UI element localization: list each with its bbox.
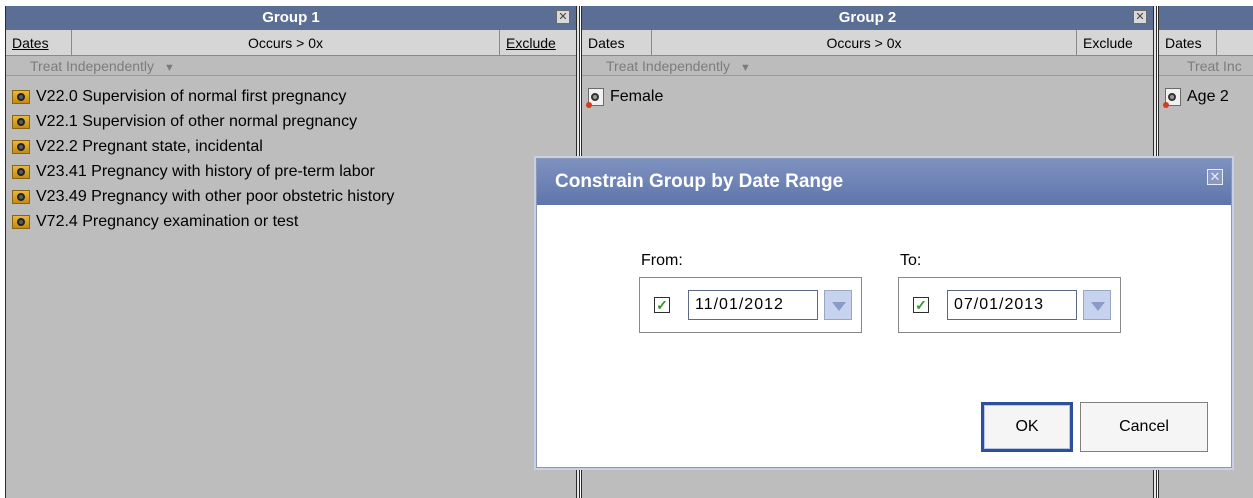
list-item[interactable]: V22.2 Pregnant state, incidental (12, 134, 576, 159)
list-item[interactable]: V72.4 Pregnancy examination or test (12, 209, 576, 234)
date-range-dialog: Constrain Group by Date Range ✕ From: To… (536, 158, 1232, 468)
group-1-item-list: V22.0 Supervision of normal first pregna… (6, 76, 576, 234)
close-icon[interactable]: ✕ (1207, 169, 1223, 185)
group-1-close-icon[interactable]: ✕ (556, 10, 570, 24)
to-date-input[interactable] (947, 290, 1077, 320)
group-2-occurs-button[interactable]: Occurs > 0x (652, 30, 1077, 55)
list-item-label: V22.0 Supervision of normal first pregna… (36, 87, 347, 105)
group-1-treat-label: Treat Independently (30, 58, 155, 74)
group-3-treat-dropdown[interactable]: Treat Inc (1159, 56, 1253, 76)
list-item-label: V72.4 Pregnancy examination or test (36, 212, 299, 230)
group-3-dates-button[interactable]: Dates (1159, 30, 1217, 55)
folder-icon (12, 89, 30, 104)
group-1-occurs-button[interactable]: Occurs > 0x (72, 30, 500, 55)
from-date-group: ✓ (639, 277, 862, 333)
group-2-treat-dropdown[interactable]: Treat Independently ▼ (582, 56, 1153, 76)
from-label: From: (641, 252, 683, 269)
group-2-item-list: Female (582, 76, 1153, 109)
group-1-dates-button[interactable]: Dates (6, 30, 72, 55)
folder-icon (12, 114, 30, 129)
group-2-title: Group 2 (838, 9, 897, 26)
group-3-treat-label: Treat Inc (1187, 58, 1242, 74)
group-1-panel: Group 1 ✕ Dates Occurs > 0x Exclude Trea… (5, 6, 576, 498)
to-date-checkbox[interactable]: ✓ (913, 297, 929, 313)
group-1-treat-dropdown[interactable]: Treat Independently ▼ (6, 56, 576, 76)
list-item-label: Female (610, 87, 664, 105)
group-1-toolbar: Dates Occurs > 0x Exclude (6, 30, 576, 56)
folder-icon (12, 139, 30, 154)
document-icon (586, 87, 604, 108)
chevron-down-icon: ▼ (164, 62, 175, 74)
list-item[interactable]: Female (586, 84, 1153, 109)
to-label: To: (900, 252, 922, 269)
group-2-close-icon[interactable]: ✕ (1133, 10, 1147, 24)
cancel-button[interactable]: Cancel (1080, 402, 1208, 452)
group-2-exclude-button[interactable]: Exclude (1077, 30, 1153, 55)
from-date-checkbox[interactable]: ✓ (654, 297, 670, 313)
document-icon (1163, 87, 1181, 108)
folder-icon (12, 189, 30, 204)
from-date-dropdown-button[interactable] (824, 290, 852, 320)
dialog-title-bar[interactable]: Constrain Group by Date Range ✕ (537, 159, 1231, 205)
folder-icon (12, 164, 30, 179)
ok-button[interactable]: OK (981, 402, 1073, 452)
list-item-label: V22.2 Pregnant state, incidental (36, 137, 263, 155)
list-item-label: V22.1 Supervision of other normal pregna… (36, 112, 358, 130)
list-item[interactable]: V23.41 Pregnancy with history of pre-ter… (12, 159, 576, 184)
list-item-label: Age 2 (1187, 87, 1229, 105)
group-1-title-bar: Group 1 ✕ (6, 6, 576, 30)
from-date-input[interactable] (688, 290, 818, 320)
list-item[interactable]: V23.49 Pregnancy with other poor obstetr… (12, 184, 576, 209)
folder-icon (12, 214, 30, 229)
group-1-title: Group 1 (262, 9, 320, 26)
to-date-dropdown-button[interactable] (1083, 290, 1111, 320)
group-1-exclude-button[interactable]: Exclude (500, 30, 576, 55)
group-2-treat-label: Treat Independently (606, 58, 731, 74)
list-item-label: V23.41 Pregnancy with history of pre-ter… (36, 162, 375, 180)
group-3-title-bar (1159, 6, 1253, 30)
list-item-label: V23.49 Pregnancy with other poor obstetr… (36, 187, 395, 205)
list-item[interactable]: V22.1 Supervision of other normal pregna… (12, 109, 576, 134)
group-3-occurs-button[interactable] (1217, 30, 1253, 55)
group-2-toolbar: Dates Occurs > 0x Exclude (582, 30, 1153, 56)
list-item[interactable]: Age 2 (1163, 84, 1253, 109)
list-item[interactable]: V22.0 Supervision of normal first pregna… (12, 84, 576, 109)
dialog-title: Constrain Group by Date Range (555, 171, 844, 192)
group-3-item-list: Age 2 (1159, 76, 1253, 109)
to-date-group: ✓ (898, 277, 1121, 333)
group-3-toolbar: Dates (1159, 30, 1253, 56)
group-2-title-bar: Group 2 ✕ (582, 6, 1153, 30)
group-2-dates-button[interactable]: Dates (582, 30, 652, 55)
chevron-down-icon: ▼ (740, 62, 751, 74)
